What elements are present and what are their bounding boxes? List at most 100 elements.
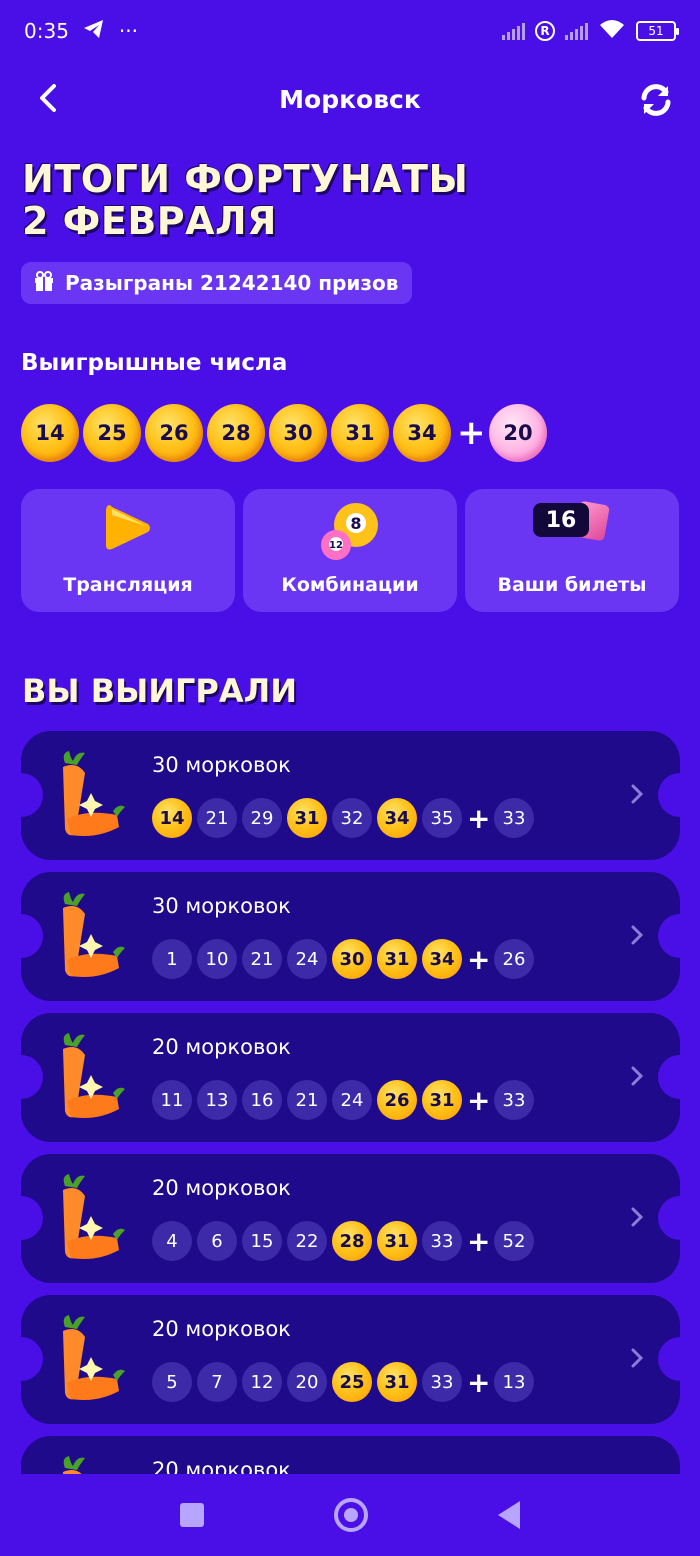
broadcast-label: Трансляция: [63, 574, 193, 596]
carrot-icon: [47, 749, 127, 845]
winning-ball: 14: [21, 404, 79, 462]
won-ticket-card[interactable]: 30 морковок 1 10 21 24 30 31 34 +26: [21, 872, 680, 1001]
refresh-icon: [641, 84, 671, 116]
ticket-number: 21: [242, 939, 282, 979]
prizes-badge: Разыграны 21242140 призов: [21, 262, 413, 304]
carrot-icon: [47, 1031, 127, 1127]
ticket-notch: [658, 1055, 680, 1099]
your-tickets-label: Ваши билеты: [497, 574, 647, 596]
ticket-number: 21: [197, 798, 237, 838]
ticket-number: 31: [422, 1080, 462, 1120]
ticket-number: 31: [377, 1221, 417, 1261]
carrot-icon: [47, 1454, 127, 1474]
winning-ball: 25: [83, 404, 141, 462]
ticket-number: 30: [332, 939, 372, 979]
title-line-2: 2 ФЕВРАЛЯ: [22, 199, 277, 243]
ticket-number: 1: [152, 939, 192, 979]
winning-numbers: 14 25 26 28 30 31 34 +20: [21, 404, 547, 462]
ticket-prize: 30 морковок: [152, 753, 291, 777]
carrot-icon: [47, 1313, 127, 1409]
back-button[interactable]: [30, 80, 66, 116]
plus-sign: +: [457, 413, 486, 453]
chevron-left-icon: [40, 84, 56, 112]
action-tiles: Трансляция 8 12 Комбинации 16 Ваши билет…: [21, 489, 679, 612]
ticket-number: 5: [152, 1362, 192, 1402]
ticket-number: 20: [287, 1362, 327, 1402]
chevron-right-icon: [630, 1347, 644, 1373]
title-line-1: ИТОГИ ФОРТУНАТЫ: [22, 157, 469, 201]
won-ticket-card[interactable]: 20 морковок 5 7 12 20 25 31 33 +13: [21, 1295, 680, 1424]
play-icon: [102, 501, 154, 559]
ticket-notch: [21, 773, 43, 817]
winning-ball: 28: [207, 404, 265, 462]
ticket-numbers: 5 7 12 20 25 31 33 +13: [152, 1362, 534, 1402]
ticket-number: 25: [332, 1362, 372, 1402]
recents-button[interactable]: [180, 1503, 204, 1527]
app-header: Морковск: [0, 72, 700, 126]
ticket-notch: [21, 1337, 43, 1381]
lottery-ball-number-small: 12: [329, 540, 343, 551]
ticket-number: 10: [197, 939, 237, 979]
lottery-ball-number: 8: [350, 514, 361, 533]
system-navigation-bar: [0, 1474, 700, 1556]
telegram-icon: [83, 19, 105, 44]
lottery-balls-icon: 8 12: [318, 501, 382, 567]
carrot-icon: [47, 890, 127, 986]
ticket-number: 32: [332, 798, 372, 838]
combinations-tile[interactable]: 8 12 Комбинации: [243, 489, 457, 612]
broadcast-tile[interactable]: Трансляция: [21, 489, 235, 612]
won-ticket-card[interactable]: 20 морковок 11 13 16 21 24 26 31 +33: [21, 1013, 680, 1142]
ticket-numbers: 11 13 16 21 24 26 31 +33: [152, 1080, 534, 1120]
ticket-number: 31: [377, 1362, 417, 1402]
ticket-number: 11: [152, 1080, 192, 1120]
ticket-notch: [658, 914, 680, 958]
ticket-number: 35: [422, 798, 462, 838]
ticket-number: 28: [332, 1221, 372, 1261]
ticket-number: 21: [287, 1080, 327, 1120]
ticket-prize: 20 морковок: [152, 1176, 291, 1200]
won-ticket-card[interactable]: 20 морковок: [21, 1436, 680, 1474]
ticket-number: 4: [152, 1221, 192, 1261]
home-button[interactable]: [334, 1498, 368, 1532]
ticket-number: 33: [422, 1221, 462, 1261]
chevron-right-icon: [630, 783, 644, 809]
won-ticket-card[interactable]: 20 морковок 4 6 15 22 28 31 33 +52: [21, 1154, 680, 1283]
plus-sign: +: [467, 1083, 491, 1117]
signal-icon: [502, 22, 525, 40]
ticket-number: 34: [377, 798, 417, 838]
ticket-bonus-number: 33: [494, 1080, 534, 1120]
system-back-button[interactable]: [498, 1501, 520, 1529]
won-ticket-card[interactable]: 30 морковок 14 21 29 31 32 34 35 +33: [21, 731, 680, 860]
chevron-right-icon: [630, 1065, 644, 1091]
ticket-number: 6: [197, 1221, 237, 1261]
carrot-icon: [47, 1172, 127, 1268]
draw-results-title: ИТОГИ ФОРТУНАТЫ 2 ФЕВРАЛЯ: [22, 158, 682, 242]
winning-ball: 34: [393, 404, 451, 462]
prizes-text: Разыграны 21242140 призов: [65, 271, 399, 295]
ticket-notch: [658, 1337, 680, 1381]
status-bar: 0:35 ··· R 51: [0, 0, 700, 62]
ticket-bonus-number: 33: [494, 798, 534, 838]
signal-icon-2: [565, 22, 588, 40]
ticket-number: 22: [287, 1221, 327, 1261]
ticket-numbers: 4 6 15 22 28 31 33 +52: [152, 1221, 534, 1261]
plus-sign: +: [467, 1224, 491, 1258]
ticket-number: 33: [422, 1362, 462, 1402]
bonus-ball: 20: [489, 404, 547, 462]
plus-sign: +: [467, 942, 491, 976]
plus-sign: +: [467, 1365, 491, 1399]
roaming-icon: R: [535, 21, 555, 41]
won-tickets-list: 30 морковок 14 21 29 31 32 34 35 +33 30 морковок 1…: [21, 731, 680, 1474]
ticket-number: 12: [242, 1362, 282, 1402]
ticket-prize: 30 морковок: [152, 894, 291, 918]
ticket-number: 31: [287, 798, 327, 838]
refresh-button[interactable]: [636, 80, 676, 120]
ticket-notch: [658, 773, 680, 817]
ticket-number: 24: [332, 1080, 372, 1120]
ticket-number: 24: [287, 939, 327, 979]
your-tickets-tile[interactable]: 16 Ваши билеты: [465, 489, 679, 612]
combinations-label: Комбинации: [281, 574, 419, 596]
more-dots: ···: [118, 19, 138, 43]
ticket-number: 31: [377, 939, 417, 979]
page-title: Морковск: [279, 84, 421, 114]
